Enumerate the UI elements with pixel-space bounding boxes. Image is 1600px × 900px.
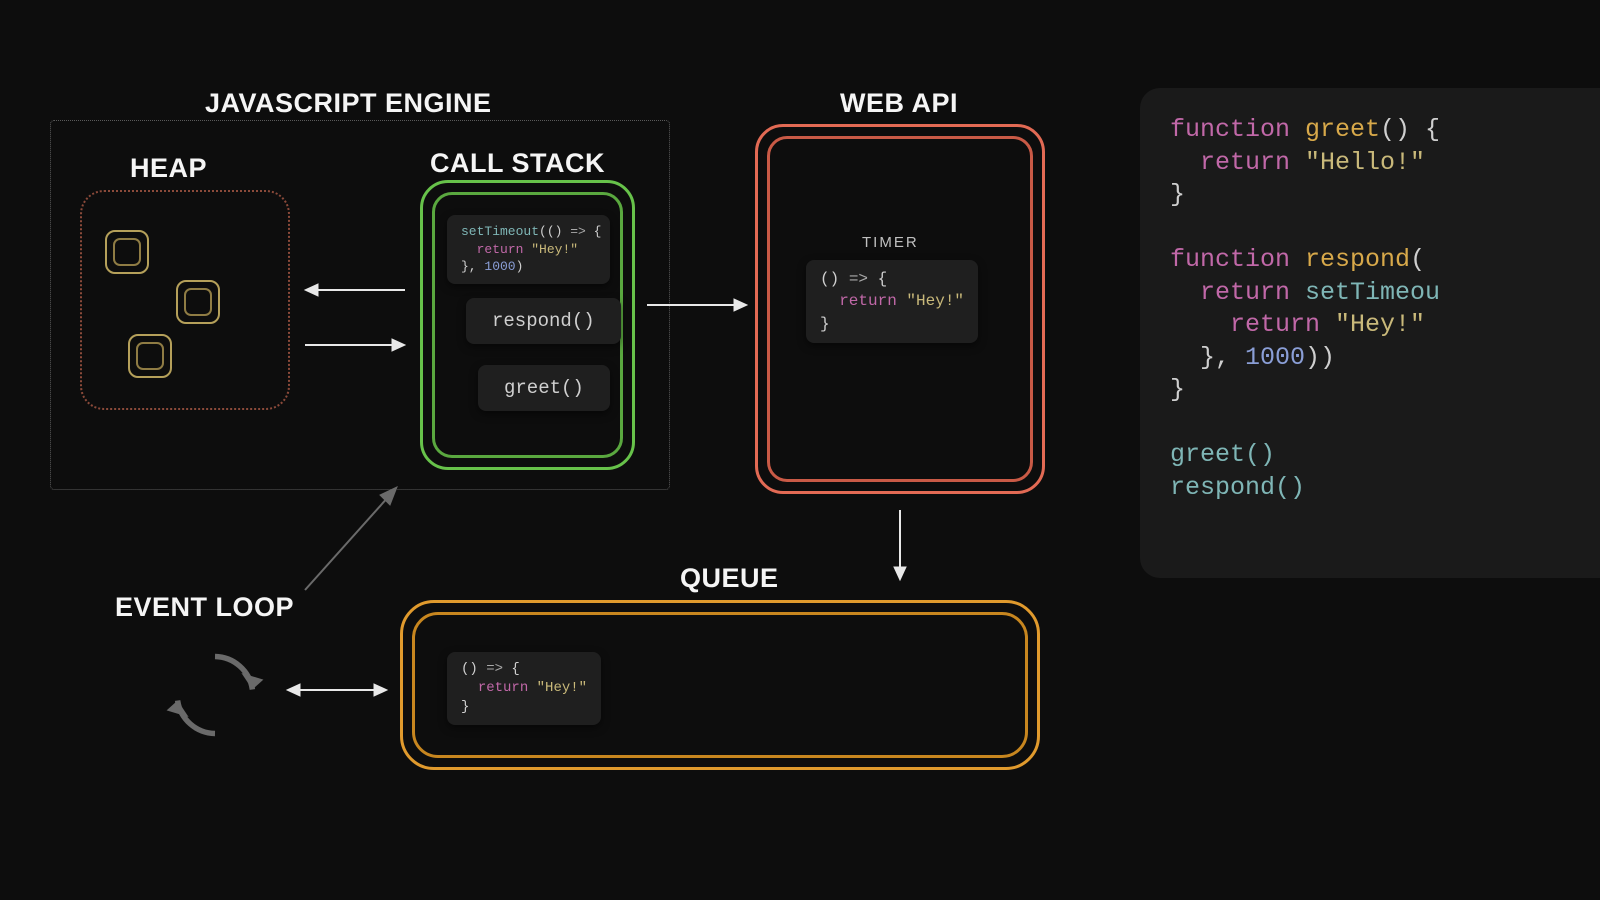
arrow-loop-queue (282, 680, 392, 700)
webapi-callback-card: () => { return "Hey!" } (806, 260, 978, 343)
timer-label: TIMER (862, 234, 919, 251)
arrow-to-webapi (642, 295, 752, 315)
queue-title: QUEUE (680, 563, 779, 594)
heap-object-inner (184, 288, 212, 316)
heap-object-inner (136, 342, 164, 370)
stack-frame-settimeout: setTimeout(() => { return "Hey!" }, 1000… (447, 215, 610, 284)
arrow-queue-to-stack (295, 480, 405, 600)
eventloop-title: EVENT LOOP (115, 592, 294, 623)
event-loop-icon (160, 640, 270, 750)
stack-frame-respond: respond() (466, 298, 621, 344)
arrow-left-heap (300, 335, 410, 355)
stack-frame-greet: greet() (478, 365, 610, 411)
heap-object-inner (113, 238, 141, 266)
arrow-right-heap (300, 280, 410, 300)
engine-title: JAVASCRIPT ENGINE (205, 88, 492, 119)
arrow-to-queue (890, 505, 910, 585)
code-panel: function greet() { return "Hello!" } fun… (1140, 88, 1600, 578)
queue-callback-card: () => { return "Hey!" } (447, 652, 601, 725)
webapi-title: WEB API (840, 88, 958, 119)
